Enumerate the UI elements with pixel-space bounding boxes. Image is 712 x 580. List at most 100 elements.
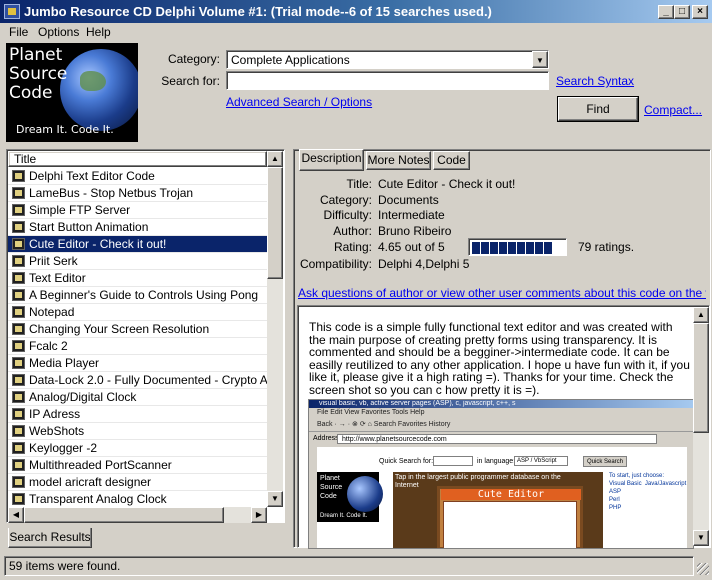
code-file-icon: [12, 221, 25, 233]
title-value: Cute Editor - Check it out!: [378, 177, 516, 191]
list-item[interactable]: Simple FTP Server: [8, 202, 267, 219]
list-item[interactable]: Transparent Analog Clock: [8, 491, 267, 508]
category-field-value: Documents: [378, 193, 439, 207]
planet-source-code-logo: Planet Source Code Dream It. Code It.: [6, 43, 138, 142]
ratings-count: 79 ratings.: [578, 240, 635, 254]
screenshot-quick-search-button: Quick Search: [583, 456, 627, 467]
maximize-button[interactable]: □: [674, 5, 690, 19]
desc-scroll-down-icon[interactable]: ▼: [693, 530, 709, 546]
menu-file[interactable]: File: [9, 25, 28, 39]
list-item[interactable]: A Beginner's Guide to Controls Using Pon…: [8, 287, 267, 304]
list-item[interactable]: Priit Serk: [8, 253, 267, 270]
list-item[interactable]: Cute Editor - Check it out!: [8, 236, 267, 253]
menu-options[interactable]: Options: [38, 25, 79, 39]
screenshot-in-language: in language:: [477, 458, 516, 465]
code-file-icon: [12, 289, 25, 301]
hscroll-thumb[interactable]: [24, 507, 224, 523]
category-select[interactable]: Complete Applications ▼: [226, 50, 549, 69]
list-item[interactable]: Changing Your Screen Resolution: [8, 321, 267, 338]
list-item-label: Multithreaded PortScanner: [29, 458, 172, 472]
rating-segment: [535, 242, 543, 254]
menu-bar: File Options Help: [0, 23, 712, 42]
chevron-down-icon[interactable]: ▼: [532, 51, 548, 68]
list-item[interactable]: Media Player: [8, 355, 267, 372]
code-file-icon: [12, 238, 25, 250]
list-item[interactable]: WebShots: [8, 423, 267, 440]
scroll-right-icon[interactable]: ▶: [251, 507, 267, 523]
rating-segment: [517, 242, 525, 254]
code-file-icon: [12, 323, 25, 335]
close-button[interactable]: ×: [692, 5, 708, 19]
search-input[interactable]: [226, 71, 549, 90]
title-bar: Jumbo Resource CD Delphi Volume #1: (Tri…: [0, 0, 712, 23]
tab-description[interactable]: Description: [299, 149, 364, 171]
window-title: Jumbo Resource CD Delphi Volume #1: (Tri…: [24, 4, 492, 19]
screenshot-editor-body: [443, 501, 577, 548]
tab-code[interactable]: Code: [433, 151, 470, 170]
list-item-label: Cute Editor - Check it out!: [29, 237, 167, 251]
compatibility-value: Delphi 4,Delphi 5: [378, 257, 470, 271]
list-item[interactable]: LameBus - Stop Netbus Trojan: [8, 185, 267, 202]
title-column-header[interactable]: Title: [8, 151, 267, 167]
find-button[interactable]: Find: [557, 96, 639, 122]
ask-questions-link[interactable]: Ask questions of author or view other us…: [298, 286, 706, 300]
list-item[interactable]: Data-Lock 2.0 - Fully Documented - Crypt…: [8, 372, 267, 389]
scroll-down-icon[interactable]: ▼: [267, 491, 283, 507]
code-file-icon: [12, 255, 25, 267]
minimize-button[interactable]: _: [658, 5, 674, 19]
menu-help[interactable]: Help: [86, 25, 111, 39]
compact-link[interactable]: Compact...: [644, 103, 702, 117]
search-syntax-link[interactable]: Search Syntax: [556, 74, 634, 88]
advanced-search-link[interactable]: Advanced Search / Options: [226, 95, 372, 109]
results-horizontal-scrollbar[interactable]: ◀ ▶: [8, 507, 267, 523]
list-item[interactable]: Start Button Animation: [8, 219, 267, 236]
screenshot-language: ASP / VbScript: [514, 456, 568, 466]
list-item-label: model aricraft designer: [29, 475, 152, 489]
code-file-icon: [12, 493, 25, 505]
screenshot-logo-line2: Source: [320, 484, 343, 491]
code-file-icon: [12, 204, 25, 216]
logo-line3: Code: [9, 83, 53, 103]
screenshot-title: visual basic, vb, active server pages (A…: [309, 400, 693, 408]
logo-line2: Source: [9, 64, 68, 84]
difficulty-label: Difficulty:: [323, 208, 372, 222]
tab-search-results[interactable]: Search Results: [8, 528, 92, 548]
category-label: Category:: [167, 52, 220, 66]
scroll-thumb[interactable]: [267, 167, 283, 279]
list-item-label: Notepad: [29, 305, 75, 319]
list-item[interactable]: model aricraft designer: [8, 474, 267, 491]
list-item[interactable]: IP Adress: [8, 406, 267, 423]
description-vertical-scrollbar[interactable]: ▲ ▼: [693, 307, 709, 546]
list-item[interactable]: Fcalc 2: [8, 338, 267, 355]
screenshot-logo-tag: Dream It. Code It.: [320, 513, 368, 519]
code-screenshot: visual basic, vb, active server pages (A…: [308, 399, 694, 549]
description-text: This code is a simple fully functional t…: [309, 320, 690, 397]
list-item[interactable]: Text Editor: [8, 270, 267, 287]
list-item-label: Data-Lock 2.0 - Fully Documented - Crypt…: [29, 373, 267, 387]
desc-scroll-thumb[interactable]: [693, 323, 709, 433]
rating-segment: [472, 242, 480, 254]
compatibility-label: Compatibility:: [299, 257, 372, 271]
resize-grip-icon[interactable]: [697, 563, 709, 575]
code-file-icon: [12, 170, 25, 182]
list-item[interactable]: Delphi Text Editor Code: [8, 168, 267, 185]
code-file-icon: [12, 187, 25, 199]
desc-scroll-up-icon[interactable]: ▲: [693, 307, 709, 323]
author-value: Bruno Ribeiro: [378, 224, 452, 238]
screenshot-quick-search-box: [433, 456, 473, 466]
list-item-label: Start Button Animation: [29, 220, 149, 234]
code-file-icon: [12, 408, 25, 420]
list-item[interactable]: Notepad: [8, 304, 267, 321]
list-item[interactable]: Multithreaded PortScanner: [8, 457, 267, 474]
list-item-label: Keylogger -2: [29, 441, 98, 455]
list-item-label: Delphi Text Editor Code: [29, 169, 155, 183]
difficulty-value: Intermediate: [378, 208, 445, 222]
results-vertical-scrollbar[interactable]: ▲ ▼: [267, 151, 283, 507]
tab-more-notes[interactable]: More Notes: [366, 151, 431, 170]
list-item[interactable]: Keylogger -2: [8, 440, 267, 457]
screenshot-tap-text: Tap in the largest public programmer dat…: [395, 474, 561, 481]
scroll-up-icon[interactable]: ▲: [267, 151, 283, 167]
scroll-left-icon[interactable]: ◀: [8, 507, 24, 523]
list-item[interactable]: Analog/Digital Clock: [8, 389, 267, 406]
screenshot-logo-line1: Planet: [320, 475, 340, 482]
